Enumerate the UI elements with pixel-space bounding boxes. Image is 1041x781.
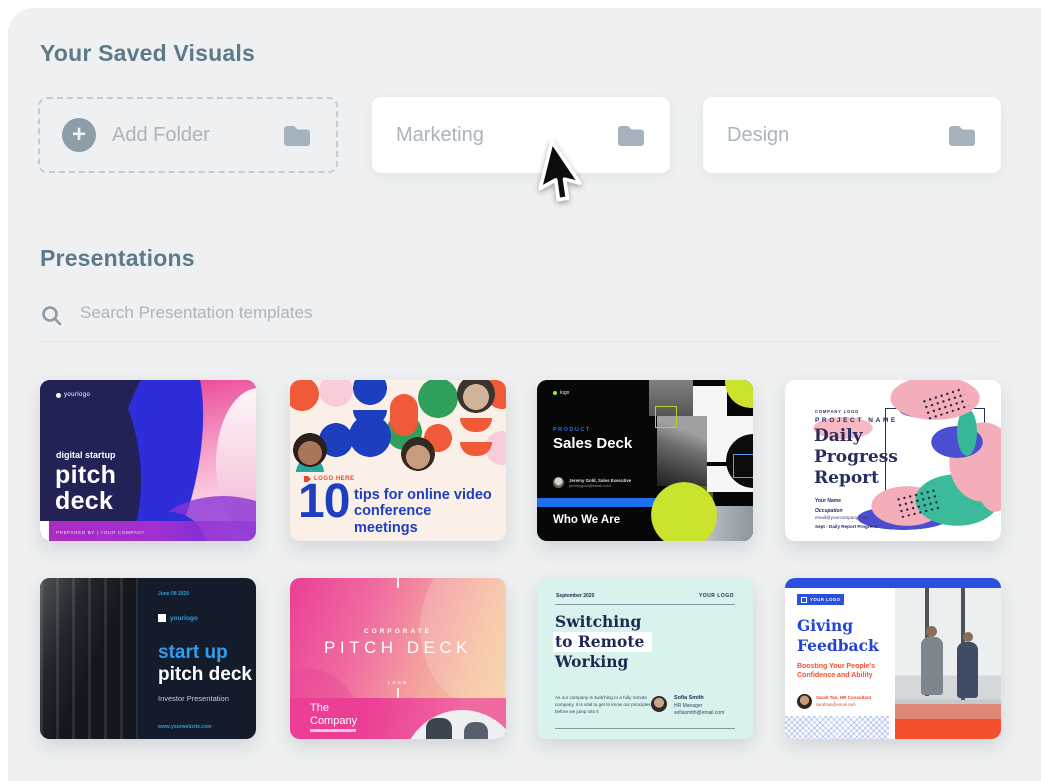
folder-item-design[interactable]: Design [703,97,1001,173]
slide-logo: yourlogo [56,392,90,398]
template-card-startup-pitch-deck[interactable]: June 08 2020 yourlogo start up pitch dec… [40,578,256,739]
slide-section-title: The Company [310,702,358,727]
slide-footer-text: Sept - Daily Report Progress [815,524,878,529]
template-card-daily-progress-report[interactable]: COMPANY LOGO PROJECT NAME Daily Progress… [785,380,1001,541]
speaker-name: Sarah Tan, HR Consultant [816,695,872,700]
slide-footer-text: PREPARED BY | YOUR COMPANY [56,530,145,535]
slide-kicker: digital startup [56,450,116,460]
add-folder-button[interactable]: + Add Folder [38,97,338,173]
speaker-name: Sofia Smith [674,695,704,701]
slide-body-text: As our company is switching to a fully r… [555,695,651,715]
slide-subtitle: Boosting Your People's Confidence and Ab… [797,663,876,680]
search-icon [42,306,62,326]
avatar [651,696,667,712]
slide-logo: logo [553,390,569,396]
slide-logo: yourlogo [158,614,198,622]
slide-logo: COMPANY LOGO [815,409,860,414]
slide-logo-badge: YOUR LOGO [797,594,845,605]
building-photo [40,578,138,739]
template-card-switching-remote-working[interactable]: September 2020 YOUR LOGO Switching to Re… [537,578,753,739]
search-input[interactable] [78,302,682,324]
template-card-corporate-pitch-deck[interactable]: CORPORATE PITCH DECK LOGO The Company [290,578,506,739]
folder-icon [949,125,975,146]
plus-icon: + [62,118,96,152]
avatar [553,477,564,488]
slide-logo: YOUR LOGO [698,593,734,599]
slide-title: Daily Progress Report [814,426,898,488]
folder-icon [618,125,644,146]
decor-hatch-pattern [785,716,889,739]
slide-section-title: Who We Are [553,514,621,526]
decor-text-bar [310,729,356,732]
slide-title: Sales Deck [553,435,633,452]
slide-logo: LOGO [387,680,409,685]
speaker-email: jeremygold@email.com [569,482,611,488]
slide-kicker: PROJECT NAME [815,417,898,424]
slide-title: start up [158,642,228,663]
decor-tick [397,688,399,698]
slide-title: pitch deck [158,664,252,685]
slide-number: 10 [298,475,350,528]
speaker-role: HR Manager [674,703,703,709]
office-photo [895,588,1001,739]
speaker-email: email@yourcompany.com [815,515,868,520]
slide-title: pitch deck [55,461,117,515]
slide-kicker: PRODUCT [553,427,591,433]
decor-shape [40,521,49,541]
slide-title: Switching to Remote Working [555,612,649,672]
slide-website: www.yourwebsite.com [158,724,212,730]
saved-visuals-title: Your Saved Visuals [40,40,255,66]
divider [555,604,735,605]
speaker-role: Occupation [815,508,843,514]
slide-kicker: CORPORATE [363,628,433,635]
decor-tick [397,578,399,588]
folder-label: Marketing [396,123,484,146]
slide-date: September 2020 [556,593,595,599]
search-bar[interactable] [40,300,1001,340]
folder-item-marketing[interactable]: Marketing [372,97,670,173]
decor-bar [785,578,1001,588]
speaker-email: sofiasmith@email.com [674,710,725,716]
slide-title: tips for online video conference meeting… [354,487,492,536]
decor-shape [733,454,753,478]
folder-icon [284,125,310,146]
decor-shape [655,406,677,428]
speaker-email: sarahtan@email.com [816,702,856,707]
slide-title: Giving Feedback [797,616,879,655]
template-card-sales-deck[interactable]: logo PRODUCT Sales Deck Jeremy Gold, Sal… [537,380,753,541]
template-card-ten-tips[interactable]: LOGO HERE 10 tips for online video confe… [290,380,506,541]
add-folder-label: Add Folder [112,123,210,146]
speaker-name: Jeremy Gold, Sales Executive [569,477,632,483]
avatar [797,694,812,709]
divider [555,728,735,729]
slide-date: June 08 2020 [158,591,190,597]
slide-title: PITCH DECK [324,638,472,657]
speaker-info: Jeremy Gold, Sales Executive jeremygold@… [553,477,631,488]
presentations-title: Presentations [40,245,195,271]
folder-label: Design [727,123,790,146]
template-card-giving-feedback[interactable]: YOUR LOGO Giving Feedback Boosting Your … [785,578,1001,739]
template-card-digital-startup-pitch-deck[interactable]: yourlogo digital startup pitch deck PREP… [40,380,256,541]
speaker-name: Your Name [815,498,842,504]
decor-shape [390,394,418,436]
search-underline [40,341,1001,342]
slide-subtitle: Investor Presentation [158,694,229,703]
